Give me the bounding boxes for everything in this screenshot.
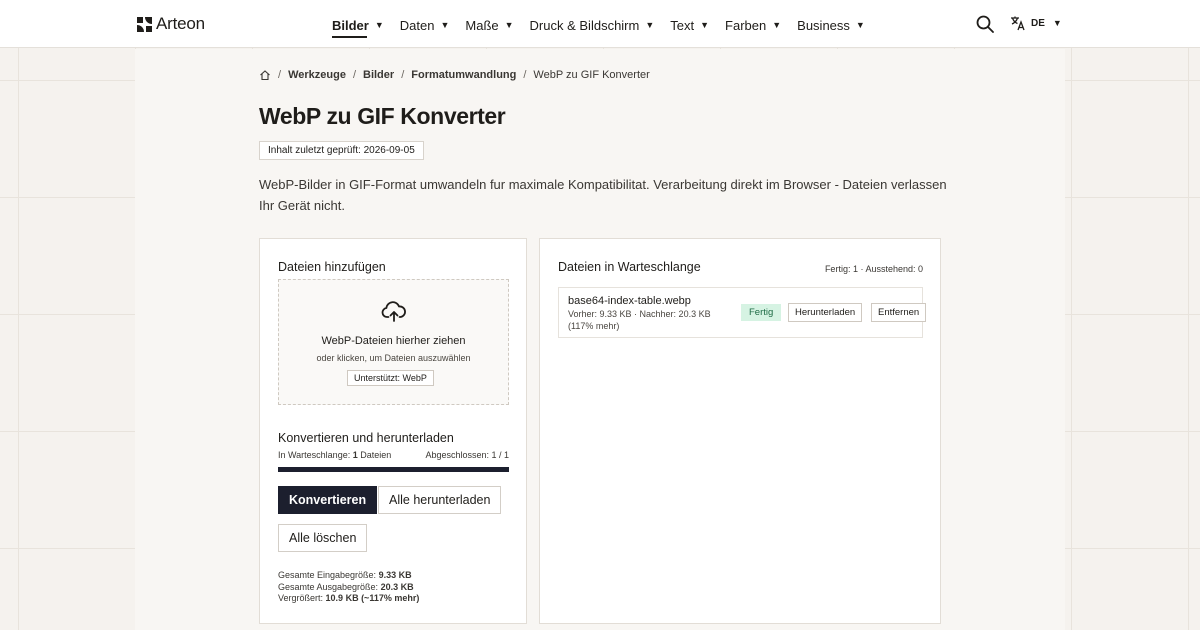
chevron-down-icon: ▼	[772, 20, 782, 30]
size-difference: Vergrößert: 10.9 KB (~117% mehr)	[278, 593, 420, 603]
translate-icon	[1011, 16, 1025, 31]
dropzone-subtitle: oder klicken, um Dateien auszuwählen	[316, 353, 471, 363]
convert-button[interactable]: Konvertieren	[278, 486, 378, 514]
main-nav: Bilder ▼ Daten ▼ Maße ▼ Druck & Bildschi…	[332, 16, 881, 38]
home-icon[interactable]	[259, 69, 271, 81]
breadcrumb-formatumwandlung[interactable]: Formatumwandlung	[411, 69, 516, 81]
dropzone-title: WebP-Dateien hierher ziehen	[321, 335, 466, 347]
download-all-button[interactable]: Alle herunterladen	[378, 486, 502, 514]
chevron-down-icon: ▼	[645, 20, 655, 30]
nav-item-daten[interactable]: Daten ▼	[400, 16, 466, 34]
nav-item-bilder[interactable]: Bilder ▼	[332, 16, 400, 38]
chevron-down-icon: ▼	[440, 20, 450, 30]
breadcrumb-separator: /	[523, 69, 527, 81]
upload-panel: Dateien hinzufügen WebP-Dateien hierher …	[259, 238, 527, 624]
chevron-down-icon: ▼	[374, 20, 384, 30]
download-file-button[interactable]: Herunterladen	[788, 303, 863, 322]
search-icon[interactable]	[976, 15, 994, 33]
language-code: DE	[1031, 17, 1045, 29]
convert-heading: Konvertieren und herunterladen	[278, 431, 454, 445]
nav-item-druck-bildschirm[interactable]: Druck & Bildschirm ▼	[530, 16, 671, 34]
nav-item-masse[interactable]: Maße ▼	[465, 16, 529, 34]
logo-mark-icon	[137, 16, 152, 32]
status-badge: Fertig	[741, 304, 782, 321]
supported-formats-badge: Unterstützt: WebP	[347, 370, 434, 386]
chevron-down-icon: ▼	[1052, 18, 1062, 28]
clear-all-button[interactable]: Alle löschen	[278, 524, 368, 552]
upload-heading: Dateien hinzufügen	[278, 260, 386, 274]
chevron-down-icon: ▼	[504, 20, 514, 30]
remove-file-button[interactable]: Entfernen	[871, 303, 927, 322]
file-size-info: Vorher: 9.33 KB · Nachher: 20.3 KB (117%…	[568, 309, 711, 331]
brand-name: Arteon	[156, 14, 205, 33]
queue-count: In Warteschlange: 1 Dateien	[278, 450, 392, 460]
list-item: base64-index-table.webp Vorher: 9.33 KB …	[558, 287, 927, 338]
queue-summary: In Warteschlange: 1 Dateien Abgeschlosse…	[278, 450, 509, 460]
queue-status: Fertig: 1 · Ausstehend: 0	[824, 264, 923, 274]
progress-fill	[278, 467, 509, 472]
completed-count: Abgeschlossen: 1 / 1	[425, 450, 509, 460]
chevron-down-icon: ▼	[855, 20, 865, 30]
nav-item-farben[interactable]: Farben ▼	[725, 16, 797, 34]
total-output-size: Gesamte Ausgabegröße: 20.3 KB	[278, 581, 414, 592]
breadcrumb-separator: /	[278, 69, 282, 81]
page-description: WebP-Bilder in GIF-Format umwandeln fur …	[259, 177, 947, 213]
cloud-upload-icon	[381, 301, 406, 322]
brand-logo[interactable]: Arteon	[137, 14, 205, 34]
reviewed-badge: Inhalt zuletzt geprüft: 2026-09-05	[259, 141, 424, 160]
breadcrumb-werkzeuge[interactable]: Werkzeuge	[288, 69, 346, 81]
language-selector[interactable]: DE ▼	[1010, 15, 1062, 31]
breadcrumb-separator: /	[401, 69, 405, 81]
file-name: base64-index-table.webp	[568, 295, 691, 307]
breadcrumb-separator: /	[352, 69, 356, 81]
top-navigation-bar: Arteon Bilder ▼ Daten ▼ Maße ▼ Druck & B…	[0, 0, 1200, 48]
page-title: WebP zu GIF Konverter	[259, 103, 506, 129]
breadcrumb-bilder[interactable]: Bilder	[363, 69, 394, 81]
file-dropzone[interactable]: WebP-Dateien hierher ziehen oder klicken…	[278, 279, 509, 405]
queue-heading: Dateien in Warteschlange	[558, 260, 701, 274]
nav-item-text[interactable]: Text ▼	[670, 16, 725, 34]
conversion-progress-bar	[278, 467, 509, 472]
chevron-down-icon: ▼	[700, 20, 710, 30]
queue-panel: Dateien in Warteschlange Fertig: 1 · Aus…	[539, 238, 941, 624]
breadcrumb-current: WebP zu GIF Konverter	[533, 69, 650, 81]
breadcrumb: / Werkzeuge / Bilder / Formatumwandlung …	[259, 69, 650, 81]
total-input-size: Gesamte Eingabegröße: 9.33 KB	[278, 570, 412, 580]
size-totals: Gesamte Eingabegröße: 9.33 KB Gesamte Au…	[278, 570, 419, 605]
nav-item-business[interactable]: Business ▼	[797, 16, 881, 34]
